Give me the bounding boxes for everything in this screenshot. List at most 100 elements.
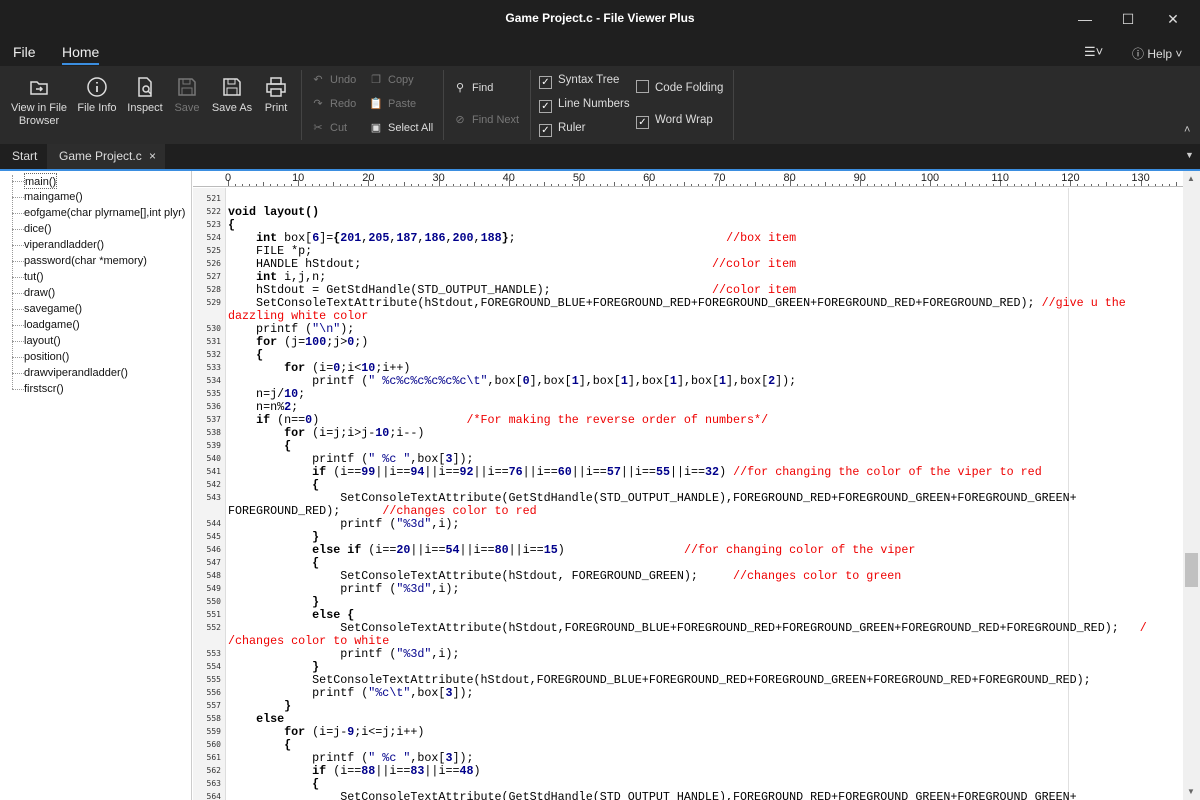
info-icon xyxy=(87,77,107,97)
ruler-tick xyxy=(340,184,342,186)
vertical-scrollbar[interactable]: ▲ ▼ xyxy=(1183,171,1200,800)
code-folding-checkbox[interactable]: Code Folding xyxy=(636,80,723,96)
tree-item[interactable]: layout() xyxy=(24,333,61,349)
ruler-label: 100 xyxy=(920,172,940,184)
close-window-button[interactable]: ✕ xyxy=(1150,0,1196,38)
ruler-tick xyxy=(656,184,658,186)
separator xyxy=(733,70,734,140)
ruler-tick xyxy=(1084,184,1086,186)
ruler-tick xyxy=(543,182,545,186)
ruler-tick xyxy=(1028,184,1030,186)
ruler-tick xyxy=(501,184,503,186)
ruler-tick xyxy=(529,184,531,186)
line-number: 552 xyxy=(206,623,221,632)
code-editor[interactable]: 0 10 20 30 40 50 60 70 80 90 100 110 120 130 521 522 52… xyxy=(193,171,1183,800)
tree-item[interactable]: tut() xyxy=(24,269,44,285)
tree-item[interactable]: viperandladder() xyxy=(24,237,104,253)
ruler-tick xyxy=(852,184,854,186)
line-number: 528 xyxy=(206,285,221,294)
scroll-down-icon[interactable]: ▼ xyxy=(1187,787,1195,796)
ruler-tick xyxy=(354,184,356,186)
ruler-tick xyxy=(1112,184,1114,186)
tree-item[interactable]: position() xyxy=(24,349,69,365)
menu-file[interactable]: File xyxy=(13,44,36,60)
maximize-button[interactable]: ☐ xyxy=(1105,0,1151,38)
tree-item[interactable]: drawviperandladder() xyxy=(24,365,128,381)
paste-button[interactable]: 📋 Paste xyxy=(368,96,416,112)
tab-list-dropdown-icon[interactable]: ▼ xyxy=(1185,150,1194,160)
ruler-tick xyxy=(242,184,244,186)
line-number: 532 xyxy=(206,350,221,359)
select-all-button[interactable]: ▣ Select All xyxy=(368,120,433,136)
scroll-up-icon[interactable]: ▲ xyxy=(1187,174,1195,183)
undo-button[interactable]: ↶ Undo xyxy=(310,72,356,88)
paste-icon: 📋 xyxy=(369,98,383,110)
line-number: 526 xyxy=(206,259,221,268)
search-icon: ⚲ xyxy=(455,82,465,94)
close-tab-icon[interactable]: × xyxy=(149,144,156,169)
save-button[interactable]: Save xyxy=(172,76,202,115)
collapse-ribbon-icon[interactable]: ˄ xyxy=(1184,124,1190,136)
ruler-tick xyxy=(642,184,644,186)
ruler-tick xyxy=(628,184,630,186)
ruler-label: 130 xyxy=(1131,172,1150,184)
tree-item[interactable]: password(char *memory) xyxy=(24,253,147,269)
ruler-tick xyxy=(887,184,889,186)
menu-home[interactable]: Home xyxy=(62,44,100,65)
line-number: 559 xyxy=(206,727,221,736)
inspect-button[interactable]: Inspect xyxy=(124,76,166,115)
find-next-button[interactable]: ⊘ Find Next xyxy=(452,112,519,128)
word-wrap-checkbox[interactable]: ✓ Word Wrap xyxy=(636,112,713,129)
ruler-tick xyxy=(782,184,784,186)
tree-item[interactable]: maingame() xyxy=(24,189,83,205)
tab-game-project[interactable]: Game Project.c × xyxy=(47,144,165,169)
tab-start[interactable]: Start xyxy=(0,144,49,169)
file-info-button[interactable]: File Info xyxy=(74,76,120,115)
ruler-tick xyxy=(761,184,763,186)
ruler-label: 110 xyxy=(991,172,1009,184)
code-line[interactable]: printf (" %c%c%c%c%c%c\t",box[0],box[1],… xyxy=(228,375,796,388)
redo-button[interactable]: ↷ Redo xyxy=(310,96,356,112)
print-button[interactable]: Print xyxy=(260,76,292,115)
line-number: 531 xyxy=(206,337,221,346)
ruler-tick xyxy=(698,184,700,186)
code-line[interactable]: else if (i==20||i==54||i==80||i==15) //f… xyxy=(228,544,915,557)
minimize-button[interactable]: — xyxy=(1062,0,1108,38)
tree-item[interactable]: eofgame(char plyrname[],int plyr) xyxy=(24,205,185,221)
line-number: 551 xyxy=(206,610,221,619)
ruler-tick xyxy=(557,184,559,186)
tree-item[interactable]: main() xyxy=(24,173,58,189)
tree-item[interactable]: dice() xyxy=(24,221,52,237)
line-number: 543 xyxy=(206,493,221,502)
tree-item[interactable]: draw() xyxy=(24,285,55,301)
tree-item[interactable]: loadgame() xyxy=(24,317,80,333)
syntax-tree-checkbox[interactable]: ✓ Syntax Tree xyxy=(539,72,619,89)
ruler-tick xyxy=(1168,184,1170,186)
ruler-checkbox[interactable]: ✓ Ruler xyxy=(539,120,585,137)
copy-button[interactable]: ❐ Copy xyxy=(368,72,414,88)
line-numbers-checkbox[interactable]: ✓ Line Numbers xyxy=(539,96,630,113)
ruler-label: 90 xyxy=(853,172,866,184)
tree-connector xyxy=(12,373,24,374)
line-number: 529 xyxy=(206,298,221,307)
ruler-label: 50 xyxy=(572,172,586,184)
find-button[interactable]: ⚲ Find xyxy=(452,80,493,96)
tree-item[interactable]: savegame() xyxy=(24,301,82,317)
ruler-tick xyxy=(319,184,321,186)
cut-button[interactable]: ✂ Cut xyxy=(310,120,347,136)
line-number: 553 xyxy=(206,649,221,658)
ruler-tick xyxy=(670,184,672,186)
help-button[interactable]: ⓘ Help ˅ xyxy=(1132,45,1182,62)
view-in-file-browser-button[interactable]: View in File Browser xyxy=(6,76,72,128)
code-line[interactable]: void layout() xyxy=(228,206,319,219)
ribbon-options-icon[interactable]: ☰˅ xyxy=(1084,44,1103,60)
save-as-button[interactable]: Save As xyxy=(210,76,254,115)
ruler-tick xyxy=(459,184,461,186)
scrollbar-thumb[interactable] xyxy=(1185,553,1198,587)
code-line[interactable]: SetConsoleTextAttribute(GetStdHandle(STD… xyxy=(228,791,1076,800)
code-line[interactable]: if (i==99||i==94||i==92||i==76||i==60||i… xyxy=(228,466,1042,479)
tree-item[interactable]: firstscr() xyxy=(24,381,64,397)
document-tab-bar: Start Game Project.c × ▼ xyxy=(0,144,1200,171)
code-line[interactable]: int box[6]={201,205,187,186,200,188}; //… xyxy=(228,232,796,245)
ruler-tick xyxy=(1063,184,1065,186)
